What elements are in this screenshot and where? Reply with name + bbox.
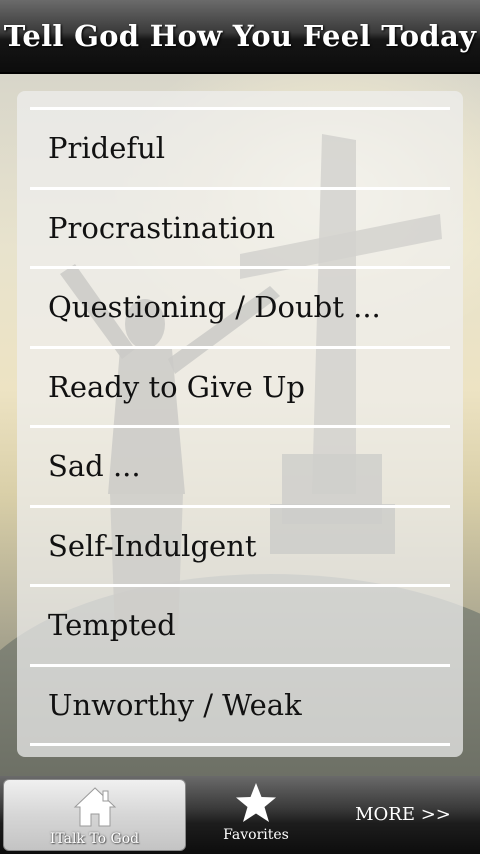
- list-item-procrastination[interactable]: Procrastination: [30, 190, 450, 269]
- list-item-tempted[interactable]: Tempted: [30, 587, 450, 667]
- bottom-tab-bar: ITalk To God Favorites MORE >>: [0, 776, 480, 854]
- page-title: Tell God How You Feel Today: [3, 19, 477, 53]
- list-item-self-indulgent[interactable]: Self-Indulgent: [30, 508, 450, 587]
- list-item-label: Sad ...: [48, 449, 141, 484]
- tab-label: ITalk To God: [49, 831, 140, 847]
- tab-label: Favorites: [223, 827, 289, 843]
- more-button[interactable]: MORE >>: [326, 776, 480, 854]
- list-item-label: Unworthy / Weak: [48, 687, 302, 722]
- more-label: MORE >>: [355, 804, 451, 825]
- list-item-prideful[interactable]: Prideful: [30, 110, 450, 190]
- list-item-label: Tempted: [48, 608, 176, 643]
- house-icon: [73, 787, 116, 827]
- app-screen: Tell God How You Feel Today Prideful Pro…: [0, 0, 480, 854]
- title-bar: Tell God How You Feel Today: [0, 0, 480, 74]
- list-item-label: Ready to Give Up: [48, 369, 305, 404]
- list-item-label: Procrastination: [48, 210, 276, 245]
- list-item-ready-to-give-up[interactable]: Ready to Give Up: [30, 349, 450, 428]
- list-item-label: Questioning / Doubt ...: [48, 290, 381, 325]
- star-icon: [236, 783, 276, 822]
- tab-italk-to-god[interactable]: ITalk To God: [3, 779, 186, 851]
- feelings-list: Prideful Procrastination Questioning / D…: [30, 107, 450, 746]
- list-item-questioning-doubt[interactable]: Questioning / Doubt ...: [30, 269, 450, 349]
- list-item-unworthy-weak[interactable]: Unworthy / Weak: [30, 667, 450, 746]
- list-item-sad[interactable]: Sad ...: [30, 428, 450, 508]
- list-item-label: Self-Indulgent: [48, 528, 257, 563]
- tab-favorites[interactable]: Favorites: [186, 776, 326, 854]
- list-item-label: Prideful: [48, 131, 166, 166]
